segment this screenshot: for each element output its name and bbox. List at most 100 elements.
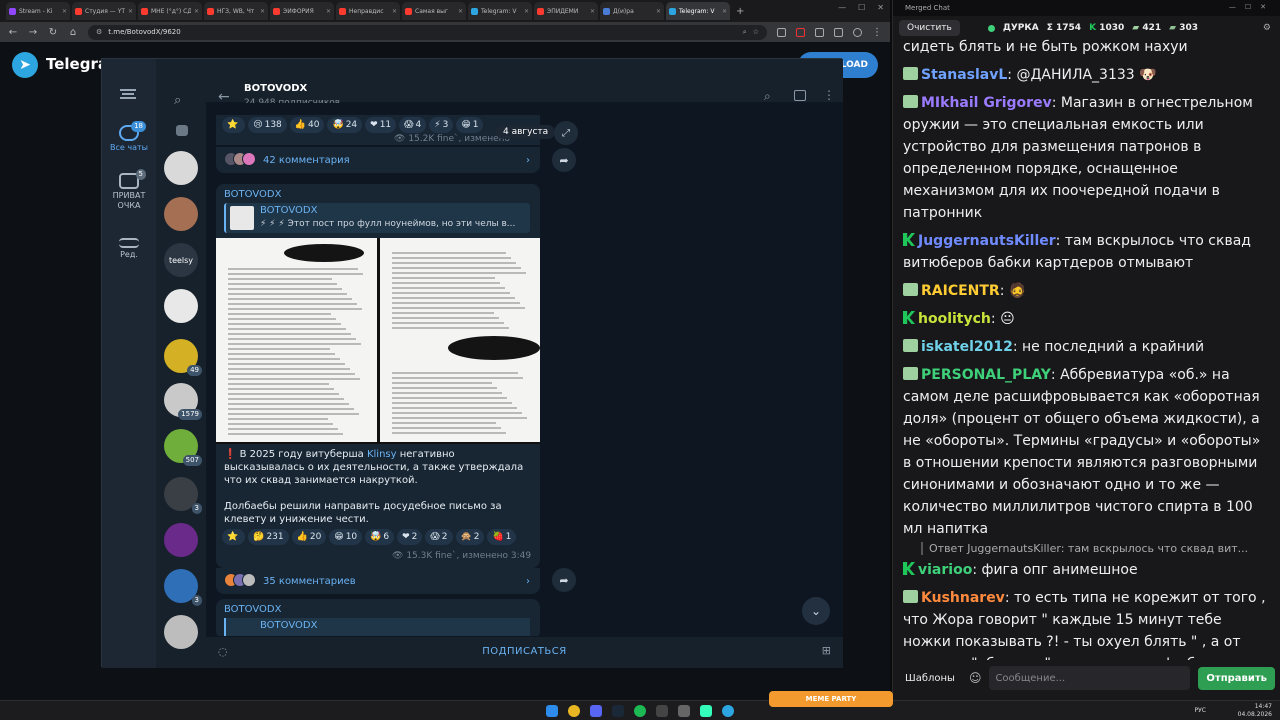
reaction-chip[interactable]: 😁 10 (329, 529, 363, 545)
chat-username[interactable]: viarioo (918, 562, 972, 578)
chat-avatar[interactable] (164, 197, 198, 231)
reaction-chip[interactable]: ❤ 2 (397, 529, 423, 545)
clock-time[interactable]: 14:47 (1238, 703, 1272, 711)
post-author[interactable]: BOTOVODX (224, 604, 281, 615)
search-icon[interactable]: ⌕ (764, 89, 771, 104)
browser-tab[interactable]: Stream - Ki ✕ (6, 2, 70, 20)
folder-private[interactable]: 5 ПРИВАТ ОЧКА (102, 169, 156, 211)
subscribe-button[interactable]: ПОДПИСАТЬСЯ (206, 646, 843, 657)
templates-button[interactable]: Шаблоны (899, 669, 961, 688)
message-input[interactable]: Сообщение... (989, 666, 1191, 690)
maximize-icon[interactable]: ☐ (858, 3, 865, 12)
chat-username[interactable]: RAICENTR (921, 283, 1000, 299)
chat-username[interactable]: JuggernautsKiller (918, 233, 1056, 249)
reaction-chip[interactable]: ⭐ (222, 529, 246, 545)
profile-icon[interactable] (853, 27, 862, 37)
tab-close-icon[interactable]: ✕ (326, 8, 331, 15)
share-icon[interactable]: ➦ (552, 148, 576, 172)
extension-icon[interactable] (777, 27, 786, 37)
window-controls[interactable]: —☐✕ (1229, 3, 1275, 11)
tab-close-icon[interactable]: ✕ (392, 8, 397, 15)
minimize-icon[interactable]: — (838, 3, 846, 12)
discord-icon[interactable] (590, 705, 602, 717)
comments-row[interactable]: 35 комментариев › (216, 568, 540, 594)
document-page-1[interactable] (216, 238, 377, 442)
reaction-chip[interactable]: 🙊 2 (455, 529, 485, 545)
browser-tab[interactable]: Студия — YT ✕ (72, 2, 136, 20)
spotify-icon[interactable] (634, 705, 646, 717)
reaction-chip[interactable]: ⚡ 3 (429, 117, 454, 133)
chat-avatar[interactable]: 507 (164, 429, 202, 466)
browser-tab[interactable]: ЭПИДЕМИ ✕ (534, 2, 598, 20)
extension-icon-2[interactable] (796, 27, 805, 37)
chat-username[interactable]: hoolitych (918, 311, 991, 327)
reaction-chip[interactable]: ❤ 11 (365, 117, 397, 133)
document-page-2[interactable] (380, 238, 540, 442)
telegram-icon[interactable] (722, 705, 734, 717)
settings-gear-icon[interactable]: ⚙ (1263, 23, 1271, 33)
reaction-chip[interactable]: 😁 1 (456, 117, 484, 133)
browser-tab[interactable]: МНЕ (°д°) СД ✕ (138, 2, 202, 20)
chat-avatar[interactable] (164, 151, 198, 185)
tab-close-icon[interactable]: ✕ (722, 8, 727, 15)
tab-close-icon[interactable]: ✕ (524, 8, 529, 15)
url-field[interactable]: ⚙ t.me/BotovodX/9620 ⌕ ☆ (88, 24, 767, 40)
tab-close-icon[interactable]: ✕ (590, 8, 595, 15)
back-icon[interactable]: ← (8, 27, 18, 38)
post-author[interactable]: BOTOVODX (224, 189, 281, 200)
chat-username[interactable]: StanaslavL (921, 67, 1007, 83)
mention-link[interactable]: Klinsy (367, 449, 397, 460)
chat-avatar[interactable] (164, 289, 198, 323)
home-icon[interactable]: ⌂ (68, 27, 78, 38)
clock-date[interactable]: 04.08.2026 (1238, 711, 1272, 719)
close-icon[interactable]: ✕ (877, 3, 884, 12)
chat-username[interactable]: iskatel2012 (921, 339, 1013, 355)
tab-close-icon[interactable]: ✕ (62, 8, 67, 15)
scroll-down-icon[interactable]: ⌄ (802, 597, 830, 625)
browser-tab[interactable]: ЭЙФОРИЯ ✕ (270, 2, 334, 20)
forward-icon[interactable]: → (28, 27, 38, 38)
chat-avatar[interactable]: 49 (164, 339, 202, 376)
emoji-icon[interactable]: ☺ (969, 671, 982, 685)
reaction-chip[interactable]: ⭐ (222, 117, 246, 133)
reaction-chip[interactable]: 😱 4 (399, 117, 427, 133)
folder-all-chats[interactable]: 18 Все чаты (102, 121, 156, 152)
app-icon[interactable] (656, 705, 668, 717)
reload-icon[interactable]: ↻ (48, 27, 58, 38)
reaction-chip[interactable]: 🍓 1 (487, 529, 517, 545)
extensions-puzzle-icon[interactable] (815, 27, 824, 37)
chat-username[interactable]: PERSONAL_PLAY (921, 367, 1051, 383)
tab-close-icon[interactable]: ✕ (656, 8, 661, 15)
search-icon[interactable]: ⌕ (174, 93, 181, 108)
attached-documents[interactable] (216, 238, 540, 444)
reaction-chip[interactable]: 👍 20 (291, 529, 327, 545)
browser-tab[interactable]: НГЗ, WB, Чт ✕ (204, 2, 268, 20)
chat-avatar[interactable]: teelsy (164, 243, 198, 277)
start-icon[interactable] (546, 705, 558, 717)
site-info-icon[interactable]: ⚙ (96, 28, 102, 36)
tab-close-icon[interactable]: ✕ (194, 8, 199, 15)
chat-username[interactable]: MIkhail Grigorev (921, 95, 1052, 111)
tab-close-icon[interactable]: ✕ (458, 8, 463, 15)
send-button[interactable]: Отправить (1198, 666, 1275, 690)
quoted-post[interactable]: BOTOVODX ⚡ ⚡ ⚡ Этот пост про фулл ноуней… (224, 203, 530, 233)
chrome-icon[interactable] (568, 705, 580, 717)
reply-reference[interactable]: Ответ JuggernautsKiller: там вскрылось ч… (921, 542, 1271, 555)
clear-button[interactable]: Очистить (899, 20, 960, 36)
chat-avatar[interactable]: 3 (164, 569, 202, 606)
share-icon[interactable]: ➦ (552, 568, 576, 592)
steam-icon[interactable] (612, 705, 624, 717)
reaction-chip[interactable]: 🤯 6 (365, 529, 395, 545)
channel-title[interactable]: BOTOVODX (244, 83, 307, 94)
more-options-icon[interactable]: ⋮ (823, 88, 835, 102)
comments-row[interactable]: 42 комментария › (216, 147, 540, 173)
downloads-icon[interactable] (834, 27, 843, 37)
expand-icon[interactable]: ⤢ (554, 121, 578, 145)
chat-username[interactable]: Kushnarev (921, 590, 1005, 606)
new-tab-button[interactable]: + (736, 6, 744, 17)
tab-close-icon[interactable]: ✕ (260, 8, 265, 15)
browser-tab[interactable]: Самая выг ✕ (402, 2, 466, 20)
tab-close-icon[interactable]: ✕ (128, 8, 133, 15)
chat-avatar[interactable] (164, 615, 198, 649)
language-indicator[interactable]: РУС (1195, 707, 1206, 715)
